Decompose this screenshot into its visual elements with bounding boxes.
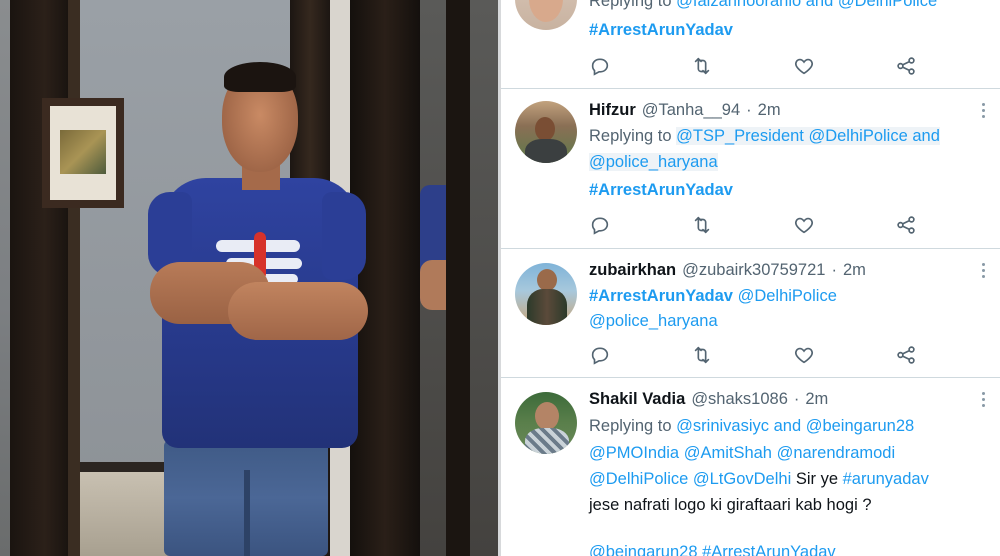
tweet-header: Shakil Vadia @shaks1086 · 2m [589, 390, 828, 412]
mention-link[interactable]: @DelhiPolice [738, 287, 837, 305]
twitter-feed[interactable]: Replying to @faizanhooranio and @DelhiPo… [498, 0, 1000, 556]
more-options-icon[interactable] [981, 263, 985, 278]
separator-dot: · [746, 101, 752, 119]
person-sleeve-right [322, 192, 366, 280]
tweet-actions [589, 344, 919, 366]
tweet-text-line: #ArrestArunYadav [589, 21, 733, 40]
share-icon[interactable] [895, 344, 917, 366]
replying-prefix: Replying to [589, 127, 672, 145]
reply-icon[interactable] [589, 214, 611, 236]
tweet-text-line: #ArrestArunYadav @DelhiPolice [589, 287, 837, 306]
reply-icon[interactable] [589, 55, 611, 77]
avatar[interactable] [515, 392, 577, 454]
mention-link[interactable]: @DelhiPolice @LtGovDelhi [589, 470, 791, 488]
replying-prefix: Replying to [589, 0, 672, 10]
hashtag-link[interactable]: #ArrestArunYadav [589, 21, 733, 39]
mention-link[interactable]: @srinivasiyc and @beingarun28 [676, 417, 914, 435]
hashtag-link[interactable]: #arunyadav [843, 470, 929, 488]
mention-link[interactable]: @PMOIndia @AmitShah @narendramodi [589, 444, 895, 462]
tweet-text: Sir ye [791, 470, 843, 488]
timestamp[interactable]: 2m [843, 261, 866, 280]
tweet-header: zubairkhan @zubairk30759721 · 2m [589, 261, 866, 283]
share-icon[interactable] [895, 55, 917, 77]
tweet[interactable]: Replying to @faizanhooranio and @DelhiPo… [501, 0, 1000, 88]
separator-dot: · [831, 261, 837, 279]
like-icon[interactable] [793, 214, 815, 236]
person-hair [224, 62, 296, 92]
tweet-header: Hifzur @Tanha__94 · 2m [589, 101, 781, 123]
replying-prefix: Replying to [589, 417, 672, 435]
hashtag-link[interactable]: #ArrestArunYadav [589, 181, 733, 199]
tweet-text-line: @PMOIndia @AmitShah @narendramodi [589, 444, 895, 463]
reply-icon[interactable] [589, 344, 611, 366]
separator-dot: · [793, 390, 800, 408]
retweet-icon[interactable] [691, 344, 713, 366]
mention-link[interactable]: @TSP_President @DelhiPolice and [676, 127, 940, 145]
avatar[interactable] [515, 263, 577, 325]
tweet-text-line: @beingarun28 #ArrestArunYadav [589, 543, 836, 556]
more-options-icon[interactable] [981, 392, 985, 407]
replying-to-line: Replying to @srinivasiyc and @beingarun2… [589, 417, 914, 436]
retweet-icon[interactable] [691, 214, 713, 236]
tweet-text-line: @police_haryana [589, 153, 718, 172]
share-icon[interactable] [895, 214, 917, 236]
tweet-actions [589, 214, 919, 236]
more-options-icon[interactable] [981, 103, 985, 118]
tweet[interactable]: Shakil Vadia @shaks1086 · 2m Replying to… [501, 378, 1000, 556]
display-name[interactable]: zubairkhan [589, 261, 676, 280]
display-name[interactable]: Hifzur [589, 101, 636, 120]
person-jeans-seam [244, 470, 250, 556]
tweet-text: jese nafrati logo ki giraftaari kab hogi… [589, 496, 872, 514]
hashtag-link[interactable]: #ArrestArunYadav [589, 287, 733, 305]
user-handle[interactable]: @shaks1086 [691, 390, 788, 409]
like-icon[interactable] [793, 344, 815, 366]
timestamp[interactable]: 2m [805, 390, 828, 409]
photo-panel [0, 0, 498, 556]
user-handle[interactable]: @zubairk30759721 [682, 261, 825, 280]
mention-link[interactable]: @police_haryana [589, 153, 718, 171]
mention-link[interactable]: @faizanhooranio and @DelhiPolice [676, 0, 937, 10]
retweet-icon[interactable] [691, 55, 713, 77]
tweet[interactable]: Hifzur @Tanha__94 · 2m Replying to @TSP_… [501, 89, 1000, 248]
timestamp[interactable]: 2m [758, 101, 781, 120]
like-icon[interactable] [793, 55, 815, 77]
replying-to-line: Replying to @TSP_President @DelhiPolice … [589, 127, 940, 146]
avatar[interactable] [515, 0, 577, 30]
tweet[interactable]: zubairkhan @zubairk30759721 · 2m #Arrest… [501, 249, 1000, 377]
tweet-text-line: jese nafrati logo ki giraftaari kab hogi… [589, 496, 872, 515]
mention-link[interactable]: @police_haryana [589, 312, 718, 330]
tweet-text-line: @DelhiPolice @LtGovDelhi Sir ye #arunyad… [589, 470, 929, 489]
person-arm-right [228, 282, 368, 340]
display-name[interactable]: Shakil Vadia [589, 390, 685, 409]
avatar[interactable] [515, 101, 577, 163]
tweet-actions [589, 55, 919, 77]
user-handle[interactable]: @Tanha__94 [642, 101, 740, 120]
person [0, 0, 498, 556]
tweet-text-line: #ArrestArunYadav [589, 181, 733, 200]
replying-to-line: Replying to @faizanhooranio and @DelhiPo… [589, 0, 937, 11]
mention-link[interactable]: @beingarun28 #ArrestArunYadav [589, 543, 836, 556]
tweet-text-line: @police_haryana [589, 312, 718, 331]
